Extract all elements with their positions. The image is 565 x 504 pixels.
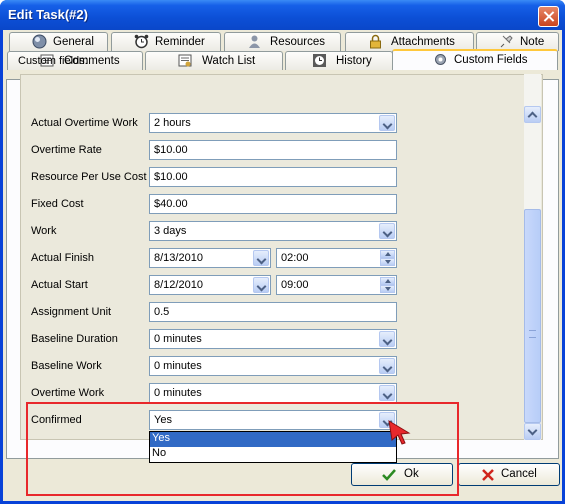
tab-reminder[interactable]: Reminder (111, 32, 221, 51)
edit-task-window: Edit Task(#2) General Reminder Resources… (0, 0, 565, 504)
alarm-clock-icon (134, 34, 149, 49)
time-spin-buttons[interactable] (380, 250, 395, 266)
chevron-down-icon[interactable] (379, 223, 395, 239)
row-label-work: Work (31, 225, 57, 237)
custom-fields-grid: Actual Overtime Work 2 hours Overtime Ra… (20, 74, 543, 440)
row-label-overtime-work: Overtime Work (31, 387, 105, 399)
baseline-duration-select[interactable]: 0 minutes (149, 329, 397, 349)
dropdown-option-no[interactable]: No (150, 447, 396, 462)
tab-resources-label: Resources (270, 36, 325, 48)
chevron-down-icon[interactable] (379, 331, 395, 347)
cancel-button-label: Cancel (501, 468, 537, 480)
actual-finish-time-value: 02:00 (281, 252, 309, 264)
tab-watch-list[interactable]: Watch List (145, 51, 283, 70)
row-label-assignment-unit: Assignment Unit (31, 306, 112, 318)
vertical-scrollbar[interactable] (524, 74, 541, 440)
baseline-work-select[interactable]: 0 minutes (149, 356, 397, 376)
fixed-cost-input[interactable]: $40.00 (149, 194, 397, 214)
general-icon (32, 34, 47, 49)
scrollbar-thumb[interactable] (524, 209, 541, 423)
actual-start-date-value: 8/12/2010 (154, 279, 203, 291)
tab-attachments-label: Attachments (391, 36, 455, 48)
checkmark-icon (382, 469, 396, 481)
history-icon (313, 54, 326, 67)
assignment-unit-input[interactable]: 0.5 (149, 302, 397, 322)
row-label-baseline-work: Baseline Work (31, 360, 102, 372)
actual-start-date-picker[interactable]: 8/12/2010 (149, 275, 271, 295)
work-value: 3 days (154, 225, 187, 237)
actual-overtime-work-select[interactable]: 2 hours (149, 113, 397, 133)
overtime-work-select[interactable]: 0 minutes (149, 383, 397, 403)
cancel-button[interactable]: Cancel (458, 463, 560, 486)
row-label-actual-finish: Actual Finish (31, 252, 94, 264)
spin-down-icon[interactable] (380, 258, 395, 266)
lock-icon (370, 34, 381, 49)
actual-finish-date-picker[interactable]: 8/13/2010 (149, 248, 271, 268)
spin-down-icon[interactable] (380, 285, 395, 293)
confirmed-dropdown-list: Yes No (149, 431, 397, 463)
tab-reminder-label: Reminder (155, 36, 205, 48)
user-icon (249, 35, 260, 48)
chevron-down-icon[interactable] (379, 115, 395, 131)
watch-list-icon (178, 54, 192, 67)
work-select[interactable]: 3 days (149, 221, 397, 241)
spin-up-icon[interactable] (380, 250, 395, 258)
confirmed-value: Yes (154, 414, 172, 426)
resource-per-use-cost-input[interactable]: $10.00 (149, 167, 397, 187)
row-label-actual-overtime-work: Actual Overtime Work (31, 117, 138, 129)
chevron-down-icon[interactable] (253, 277, 269, 293)
mouse-pointer-icon (388, 420, 411, 445)
row-label-fixed-cost: Fixed Cost (31, 198, 84, 210)
time-spin-buttons[interactable] (380, 277, 395, 293)
ok-button[interactable]: Ok (351, 463, 453, 486)
row-label-resource-per-use-cost: Resource Per Use Cost (31, 171, 147, 183)
tab-custom-fields[interactable]: Custom Fields (392, 49, 558, 70)
assignment-unit-value: 0.5 (154, 306, 170, 318)
resource-per-use-cost-value: $10.00 (154, 171, 188, 183)
row-label-baseline-duration: Baseline Duration (31, 333, 118, 345)
actual-start-time-spinner[interactable]: 09:00 (276, 275, 397, 295)
overtime-work-value: 0 minutes (154, 387, 202, 399)
close-button[interactable] (538, 6, 559, 27)
tab-watch-list-label: Watch List (202, 55, 256, 67)
tab-general-label: General (53, 36, 94, 48)
row-label-overtime-rate: Overtime Rate (31, 144, 102, 156)
fixed-cost-value: $40.00 (154, 198, 188, 210)
actual-overtime-work-value: 2 hours (154, 117, 191, 129)
tab-note-label: Note (520, 36, 545, 48)
chevron-down-icon[interactable] (253, 250, 269, 266)
pin-icon (500, 35, 513, 48)
chevron-down-icon[interactable] (379, 385, 395, 401)
row-label-confirmed: Confirmed (31, 414, 82, 426)
chevron-down-icon[interactable] (379, 358, 395, 374)
tab-history-label: History (336, 55, 372, 67)
scroll-up-icon[interactable] (524, 106, 541, 123)
title-bar[interactable]: Edit Task(#2) (0, 0, 565, 30)
overtime-rate-value: $10.00 (154, 144, 188, 156)
spin-up-icon[interactable] (380, 277, 395, 285)
confirmed-select[interactable]: Yes (149, 410, 397, 430)
tab-general[interactable]: General (9, 32, 108, 51)
dropdown-option-yes[interactable]: Yes (150, 432, 396, 447)
actual-start-time-value: 09:00 (281, 279, 309, 291)
ok-button-label: Ok (404, 468, 419, 480)
scroll-down-icon[interactable] (524, 423, 541, 440)
tab-history[interactable]: History (285, 51, 393, 70)
baseline-work-value: 0 minutes (154, 360, 202, 372)
custom-fields-label: Custom fields: (18, 55, 88, 67)
gear-icon (435, 54, 446, 65)
baseline-duration-value: 0 minutes (154, 333, 202, 345)
tab-resources[interactable]: Resources (224, 32, 341, 51)
overtime-rate-input[interactable]: $10.00 (149, 140, 397, 160)
row-label-actual-start: Actual Start (31, 279, 88, 291)
window-title: Edit Task(#2) (8, 7, 88, 22)
actual-finish-time-spinner[interactable]: 02:00 (276, 248, 397, 268)
tab-custom-fields-label: Custom Fields (454, 54, 528, 66)
cancel-x-icon (482, 469, 494, 481)
actual-finish-date-value: 8/13/2010 (154, 252, 203, 264)
